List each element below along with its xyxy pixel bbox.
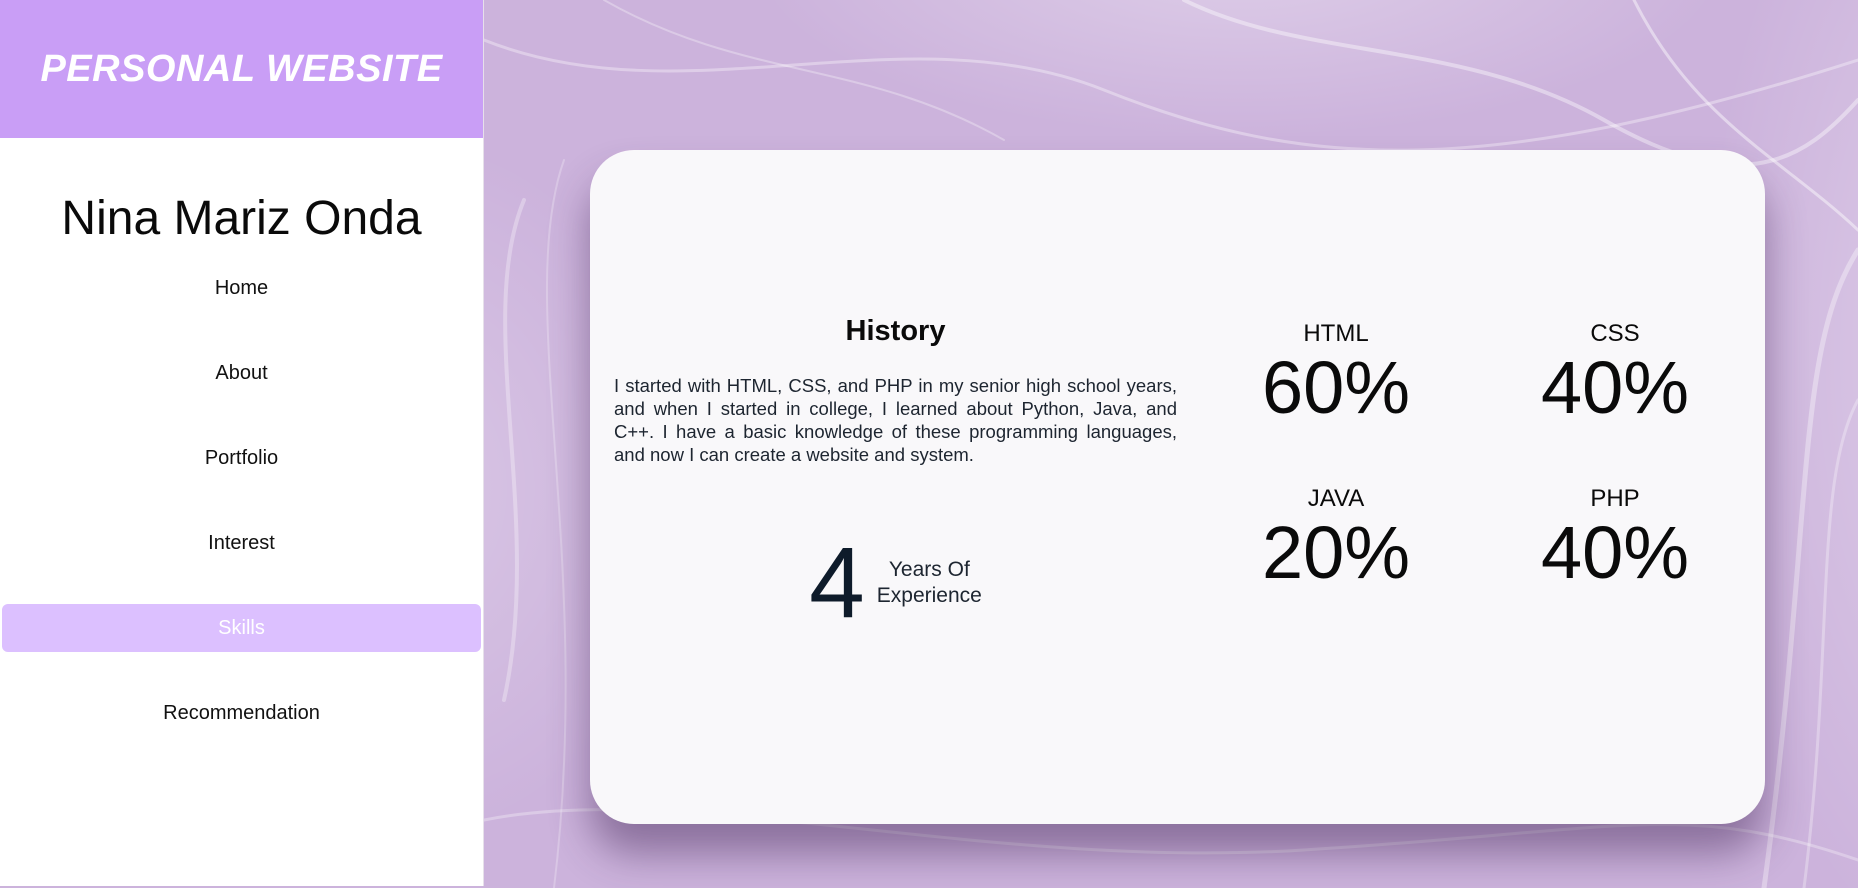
skill-percent: 40% [1540,511,1690,594]
nav-item-interest[interactable]: Interest [2,519,481,567]
history-title: History [845,315,946,347]
years-label-line1: Years Of [888,558,970,581]
skill-java: JAVA 20% [1226,485,1446,593]
brand-header: PERSONAL WEBSITE [0,0,483,138]
history-text: I started with HTML, CSS, and PHP in my … [614,375,1177,465]
skill-name: JAVA [1307,485,1365,512]
owner-name: Nina Mariz Onda [61,192,422,245]
skill-name: CSS [1590,320,1640,347]
years-value: 4 [809,527,865,639]
skill-percent: 60% [1261,346,1411,429]
years-label: Years Of Experience [877,557,982,609]
skill-php: PHP 40% [1505,485,1725,593]
nav-item-home[interactable]: Home [2,264,481,312]
experience-counter: 4 Years Of Experience [614,533,1177,633]
skill-percent: 20% [1261,511,1411,594]
years-label-line2: Experience [876,584,982,607]
skill-percent: 40% [1540,346,1690,429]
skill-css: CSS 40% [1505,320,1725,428]
main-nav: Home About Portfolio Interest Skills Rec… [0,264,483,737]
nav-item-recommendation[interactable]: Recommendation [2,689,481,737]
nav-item-skills[interactable]: Skills [2,604,481,652]
skill-name: HTML [1303,320,1369,347]
sidebar: PERSONAL WEBSITE Nina Mariz Onda Home Ab… [0,0,484,886]
brand-title[interactable]: PERSONAL WEBSITE [40,48,442,91]
nav-item-about[interactable]: About [2,349,481,397]
skills-card: History I started with HTML, CSS, and PH… [590,150,1765,824]
skills-section: History I started with HTML, CSS, and PH… [484,0,1858,888]
nav-item-portfolio[interactable]: Portfolio [2,434,481,482]
history-block: History I started with HTML, CSS, and PH… [614,315,1177,633]
skill-name: PHP [1590,485,1640,512]
skill-html: HTML 60% [1226,320,1446,428]
